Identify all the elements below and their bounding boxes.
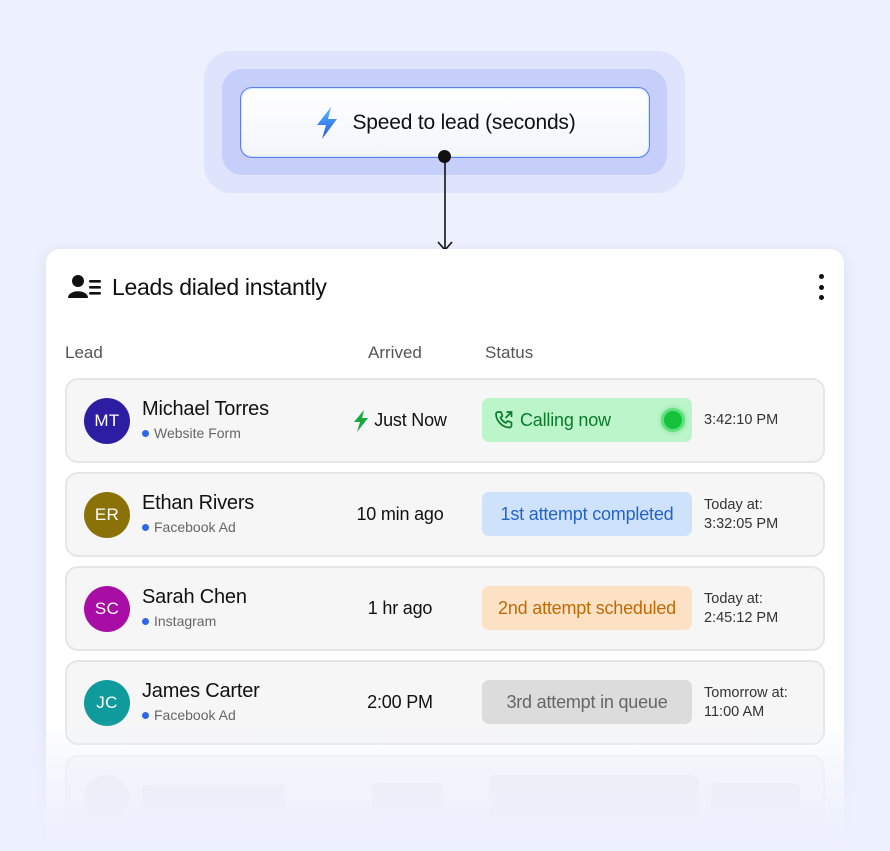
- speed-to-lead-pill: Speed to lead (seconds): [240, 87, 650, 158]
- lead-row[interactable]: MT Michael Torres Website Form Just Now …: [65, 378, 825, 463]
- speed-to-lead-label: Speed to lead (seconds): [352, 110, 576, 134]
- status-time-line: 11:00 AM: [704, 703, 765, 720]
- arrived-time: 10 min ago: [329, 474, 471, 555]
- status-label: Calling now: [520, 409, 611, 430]
- bottom-fade: [0, 720, 890, 851]
- lead-source-label: Website Form: [154, 425, 241, 441]
- status-time-line: Today at:: [704, 590, 763, 607]
- lead-name: Ethan Rivers: [142, 492, 255, 514]
- status-time-line: 2:45:12 PM: [704, 609, 779, 626]
- phone-call-icon: [495, 411, 513, 429]
- card-title: Leads dialed instantly: [112, 273, 327, 300]
- lead-row[interactable]: ER Ethan Rivers Facebook Ad 10 min ago 1…: [65, 472, 825, 557]
- people-list-icon: [68, 275, 101, 298]
- card-header: Leads dialed instantly: [68, 271, 826, 303]
- status-time: Today at: 3:32:05 PM: [704, 474, 822, 555]
- status-time-line: Today at:: [704, 496, 763, 513]
- avatar: SC: [84, 586, 130, 632]
- status-time-line: 3:32:05 PM: [704, 515, 779, 532]
- avatar: MT: [84, 398, 130, 444]
- status-label: 2nd attempt scheduled: [498, 597, 676, 618]
- lead-source: Facebook Ad: [142, 519, 236, 535]
- status-badge: 2nd attempt scheduled: [482, 586, 692, 630]
- status-label: 3rd attempt in queue: [506, 691, 668, 712]
- lead-source-label: Facebook Ad: [154, 519, 236, 535]
- lead-source-label: Instagram: [154, 613, 217, 629]
- status-badge: Calling now: [482, 398, 692, 442]
- column-header-lead: Lead: [65, 343, 103, 362]
- source-dot-icon: [142, 617, 149, 625]
- arrived-label: Just Now: [374, 410, 447, 430]
- lightning-bolt-icon: [317, 106, 338, 139]
- column-header-status: Status: [485, 343, 534, 362]
- status-badge: 3rd attempt in queue: [482, 680, 692, 724]
- live-indicator-icon: [664, 411, 682, 429]
- status-badge: 1st attempt completed: [482, 492, 692, 536]
- lead-row[interactable]: SC Sarah Chen Instagram 1 hr ago 2nd att…: [65, 566, 825, 651]
- lightning-bolt-icon: [354, 409, 369, 432]
- status-label: 1st attempt completed: [500, 503, 674, 524]
- arrived-time: Just Now: [329, 380, 471, 461]
- lead-source: Website Form: [142, 425, 241, 441]
- status-time-line: 3:42:10 PM: [704, 412, 779, 428]
- arrived-label: 10 min ago: [356, 504, 444, 524]
- arrived-time: 1 hr ago: [329, 568, 471, 649]
- connector-arrow: [437, 156, 453, 252]
- arrived-label: 2:00 PM: [367, 692, 433, 712]
- avatar: ER: [84, 492, 130, 538]
- source-dot-icon: [142, 523, 149, 531]
- status-time: Today at: 2:45:12 PM: [704, 568, 822, 649]
- kebab-menu-icon[interactable]: [816, 274, 826, 300]
- source-dot-icon: [142, 429, 149, 437]
- status-time-line: Tomorrow at:: [704, 684, 788, 701]
- lead-name: James Carter: [142, 680, 260, 702]
- status-time: 3:42:10 PM: [704, 380, 822, 461]
- lead-source: Instagram: [142, 613, 216, 629]
- source-dot-icon: [142, 711, 149, 719]
- lead-name: Michael Torres: [142, 398, 269, 420]
- arrived-label: 1 hr ago: [367, 598, 433, 618]
- column-header-arrived: Arrived: [368, 343, 422, 362]
- lead-name: Sarah Chen: [142, 586, 247, 608]
